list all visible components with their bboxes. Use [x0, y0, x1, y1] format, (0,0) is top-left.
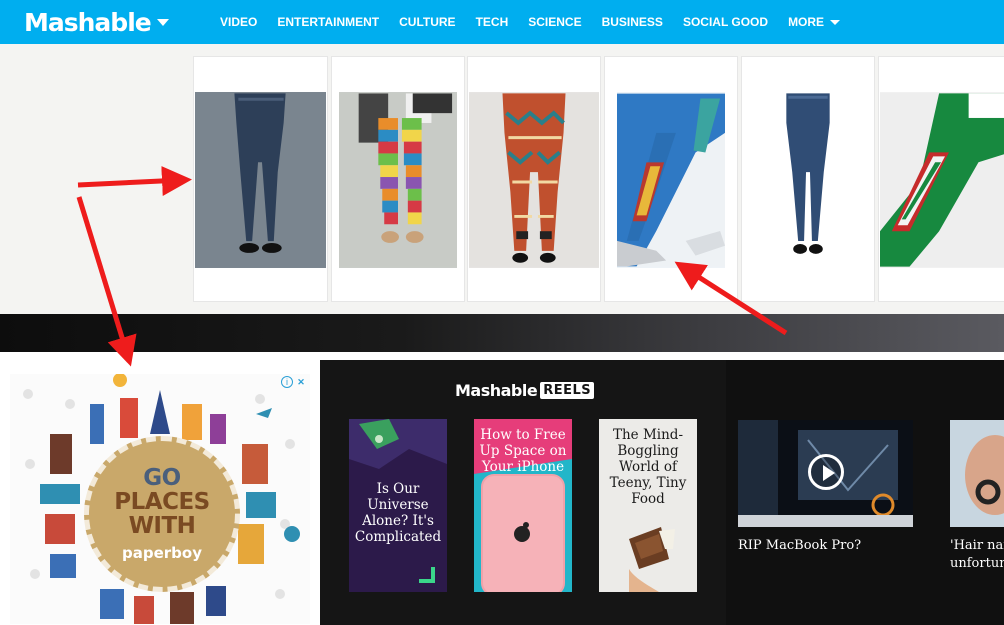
green-leggings-photo [880, 93, 1004, 267]
hair-nail-thumbnail-art [950, 420, 1004, 527]
video-strip: RIP MacBook Pro? 'Hair nail unfortun [726, 360, 1004, 625]
ad-headline-line-1: GO [143, 465, 181, 491]
top-nav-bar: Mashable VIDEO ENTERTAINMENT CULTURE TEC… [0, 0, 1004, 44]
reel-card-tiny-food[interactable]: The Mind-Boggling World of Teeny, Tiny F… [599, 419, 697, 592]
ad-brand-logo: paperboy [122, 544, 202, 562]
ad-slot: i ✕ GO PLACES WITH paperboy [0, 360, 320, 625]
divider [0, 352, 1004, 360]
nav-item-entertainment[interactable]: ENTERTAINMENT [277, 15, 379, 29]
reels-logo[interactable]: Mashable [455, 381, 538, 400]
product-image[interactable] [195, 92, 326, 268]
close-icon[interactable]: ✕ [295, 376, 307, 388]
video-caption[interactable]: RIP MacBook Pro? [738, 537, 913, 555]
ad-info-icon[interactable]: i [281, 376, 293, 388]
kente-leggings-photo [617, 93, 725, 267]
nav-item-video[interactable]: VIDEO [220, 15, 257, 29]
product-card-skinny-jeans[interactable] [741, 56, 875, 302]
video-thumbnail[interactable] [738, 420, 913, 527]
logo-text[interactable]: Mashable [24, 8, 152, 37]
product-image[interactable] [617, 92, 725, 268]
video-card-hair-nail[interactable]: 'Hair nail unfortun [950, 420, 1004, 573]
product-carousel [0, 44, 1004, 314]
nav-item-tech[interactable]: TECH [476, 15, 509, 29]
reel-title[interactable]: The Mind-Boggling World of Teeny, Tiny F… [599, 427, 697, 507]
play-icon[interactable] [808, 454, 844, 490]
product-image[interactable] [469, 92, 599, 268]
product-card-striped-leggings[interactable] [331, 56, 465, 302]
product-card-denim-leggings[interactable] [193, 56, 328, 302]
ad-headline-badge: GO PLACES WITH paperboy [84, 436, 240, 592]
nav-item-culture[interactable]: CULTURE [399, 15, 455, 29]
video-caption-line-2[interactable]: unfortun [950, 555, 1004, 573]
product-image[interactable] [880, 92, 1004, 268]
main-nav: VIDEO ENTERTAINMENT CULTURE TECH SCIENCE… [220, 0, 860, 44]
video-card-macbook[interactable]: RIP MacBook Pro? [738, 420, 913, 555]
denim-leggings-photo [195, 93, 326, 267]
reel-title[interactable]: Is Our Universe Alone? It's Complicated [349, 481, 447, 545]
ad-choices[interactable]: i ✕ [281, 376, 307, 388]
product-card-kente-leggings[interactable] [604, 56, 738, 302]
hero-banner-strip [0, 314, 1004, 352]
video-thumbnail[interactable] [950, 420, 1004, 527]
reels-header[interactable]: Mashable REELS [455, 381, 595, 400]
site-logo[interactable]: Mashable [24, 8, 220, 37]
reels-section: Mashable REELS Is Our Universe Alone? It… [320, 360, 726, 625]
nav-item-social-good[interactable]: SOCIAL GOOD [683, 15, 768, 29]
ad-banner[interactable]: i ✕ GO PLACES WITH paperboy [10, 374, 310, 624]
nav-item-science[interactable]: SCIENCE [528, 15, 581, 29]
reel-card-universe[interactable]: Is Our Universe Alone? It's Complicated [349, 419, 447, 592]
video-caption-line-1[interactable]: 'Hair nail [950, 537, 1004, 555]
page: Mashable VIDEO ENTERTAINMENT CULTURE TEC… [0, 0, 1004, 625]
product-image[interactable] [743, 92, 873, 268]
product-card-tribal-leggings[interactable] [467, 56, 601, 302]
striped-leggings-photo [339, 93, 457, 267]
ad-headline-line-3: WITH [128, 513, 196, 539]
reel-card-iphone[interactable]: How to Free Up Space on Your iPhone [474, 419, 572, 592]
chevron-down-icon[interactable] [830, 19, 841, 25]
product-image[interactable] [339, 92, 457, 268]
nav-more-label[interactable]: MORE [788, 15, 824, 29]
reels-tag[interactable]: REELS [540, 382, 595, 399]
reel-title[interactable]: How to Free Up Space on Your iPhone [474, 427, 572, 475]
nav-item-more[interactable]: MORE [788, 15, 841, 29]
ad-headline-line-2: PLACES [114, 489, 210, 515]
nav-item-business[interactable]: BUSINESS [602, 15, 663, 29]
tribal-leggings-photo [469, 93, 599, 267]
skinny-jeans-photo [743, 93, 873, 267]
product-card-green-leggings[interactable] [878, 56, 1004, 302]
video-caption[interactable]: 'Hair nail unfortun [950, 537, 1004, 573]
chevron-down-icon[interactable] [156, 18, 169, 26]
